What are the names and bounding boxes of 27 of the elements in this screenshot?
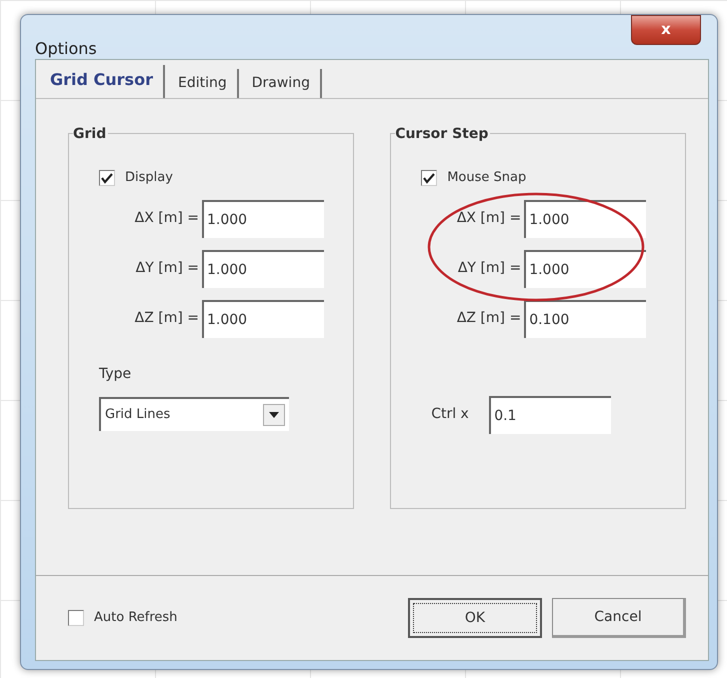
close-button[interactable]: x — [631, 15, 701, 45]
field-label: ΔX [m] = — [134, 209, 200, 228]
field-label: ΔZ [m] = — [456, 309, 522, 328]
type-dropdown[interactable]: Grid Lines — [99, 396, 289, 430]
checkbox-label: Mouse Snap — [447, 169, 526, 187]
checkbox[interactable] — [68, 610, 84, 626]
input-field[interactable]: 1.000 — [524, 250, 646, 288]
field-label: ΔZ [m] = — [134, 309, 200, 328]
checkbox-label: Auto Refresh — [94, 609, 178, 628]
input-field[interactable]: 1.000 — [202, 250, 324, 288]
checkbox[interactable] — [99, 170, 115, 186]
field-label: ΔY [m] = — [456, 259, 522, 278]
cancel-button[interactable]: Cancel — [552, 598, 686, 638]
input-field[interactable]: 0.1 — [489, 396, 612, 434]
field-label: Ctrl x — [430, 405, 470, 424]
checkbox[interactable] — [421, 170, 438, 186]
ok-button[interactable]: OK — [408, 598, 542, 638]
input-field[interactable]: 0.100 — [524, 300, 646, 338]
input-field[interactable]: 1.000 — [524, 200, 646, 238]
type-label: Type — [99, 364, 132, 384]
field-label: ΔY [m] = — [134, 259, 200, 278]
field-label: ΔX [m] = — [456, 209, 522, 228]
input-field[interactable]: 1.000 — [202, 300, 324, 338]
input-field[interactable]: 1.000 — [202, 200, 324, 238]
dropdown-value: Grid Lines — [105, 406, 170, 424]
checkbox-label: Display — [125, 169, 173, 187]
window-title: Options — [35, 38, 97, 60]
